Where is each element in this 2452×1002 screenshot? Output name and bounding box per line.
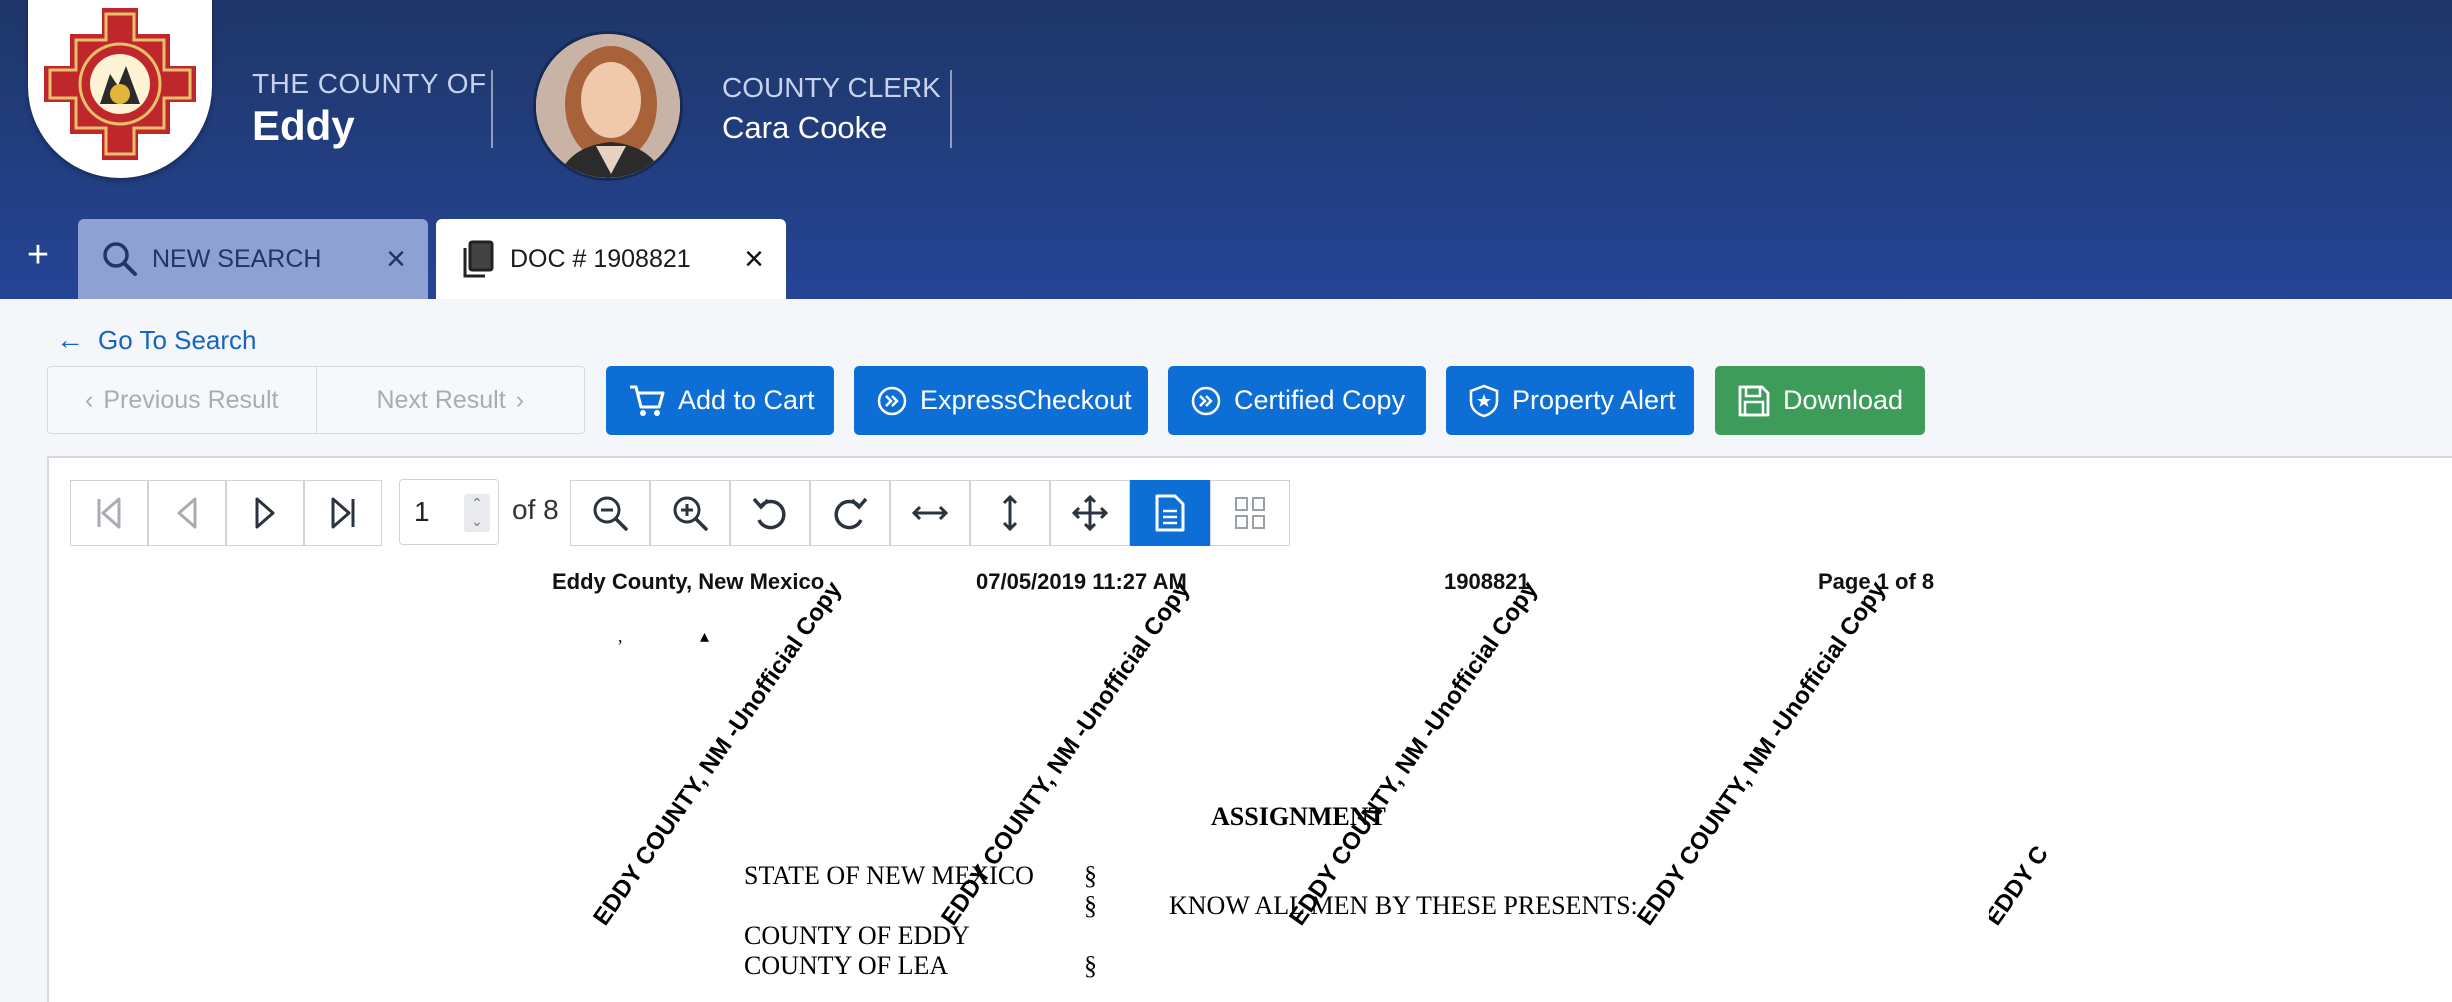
search-icon <box>100 239 140 279</box>
clerk-name: Cara Cooke <box>722 110 888 145</box>
pan-icon <box>1071 494 1109 532</box>
rotate-left-button[interactable] <box>730 480 810 546</box>
unofficial-watermark: EDDY COUNTY, NM -Unofficial Copy <box>1632 576 1892 931</box>
doc-section-mark: § <box>1084 891 1097 920</box>
app-header: THE COUNTY OF Eddy COUNTY CLERK Cara Coo… <box>0 0 2452 299</box>
close-icon[interactable]: × <box>744 239 764 279</box>
page-total: of 8 <box>512 494 559 525</box>
watermark-clip: EDDY C <box>1989 838 2089 958</box>
prev-page-icon <box>177 497 197 529</box>
fit-width-icon <box>911 505 949 521</box>
doc-county-lea: COUNTY OF LEA <box>744 951 949 980</box>
doc-county-eddy: COUNTY OF EDDY <box>744 921 970 950</box>
first-page-icon <box>97 497 121 529</box>
doc-section-mark: § <box>1084 951 1097 980</box>
result-pager: ‹ Previous Result Next Result › <box>47 366 585 434</box>
fast-forward-circle-icon <box>1191 386 1221 415</box>
county-name: Eddy <box>252 102 355 149</box>
go-to-search-link[interactable]: ← Go To Search <box>56 324 257 356</box>
previous-result-label: Previous Result <box>103 385 279 414</box>
fast-forward-circle-icon <box>877 386 907 415</box>
next-page-button[interactable] <box>226 480 304 546</box>
chevron-right-icon: › <box>515 385 525 414</box>
tab-label: DOC # 1908821 <box>510 244 691 273</box>
shield-star-icon <box>1469 384 1499 417</box>
doc-know-all: KNOW ALL MEN BY THESE PRESENTS: <box>1169 891 1638 920</box>
zoom-out-button[interactable] <box>570 480 650 546</box>
zoom-in-icon <box>673 496 708 531</box>
add-to-cart-button[interactable]: Add to Cart <box>606 366 834 435</box>
county-seal-logo[interactable] <box>28 0 212 178</box>
download-button[interactable]: Download <box>1715 366 1925 435</box>
property-alert-label: Property Alert <box>1512 385 1676 415</box>
thumbnails-button[interactable] <box>1210 480 1290 546</box>
next-result-label: Next Result <box>376 385 506 414</box>
page-number-value: 1 <box>414 496 430 527</box>
page-number-input[interactable]: 1 ⌃ ⌄ <box>399 479 499 545</box>
property-alert-button[interactable]: Property Alert <box>1446 366 1694 435</box>
go-to-search-label: Go To Search <box>98 324 257 355</box>
unofficial-watermark: EDDY COUNTY, NM -Unofficial Copy <box>936 576 1196 931</box>
download-label: Download <box>1783 385 1904 415</box>
clerk-avatar <box>533 31 683 181</box>
page-spinner[interactable]: ⌃ ⌄ <box>464 494 490 532</box>
next-page-icon <box>255 497 275 529</box>
header-divider <box>950 70 952 148</box>
single-page-button[interactable] <box>1130 480 1210 546</box>
doc-header-county: Eddy County, New Mexico <box>552 569 825 594</box>
single-page-icon <box>1155 494 1185 532</box>
unofficial-watermark: EDDY COUNTY, NM -Unofficial Copy <box>1284 576 1544 931</box>
doc-header-datetime: 07/05/2019 11:27 AM <box>976 569 1187 594</box>
pan-button[interactable] <box>1050 480 1130 546</box>
county-seal-icon <box>44 8 196 160</box>
rotate-left-icon <box>752 497 786 530</box>
save-disk-icon <box>1738 385 1770 416</box>
tab-label: NEW SEARCH <box>152 244 322 273</box>
scan-mark: , <box>618 626 623 646</box>
clerk-title: COUNTY CLERK <box>722 72 941 103</box>
doc-section-mark: § <box>1084 861 1097 890</box>
add-to-cart-label: Add to Cart <box>678 385 815 415</box>
prev-page-button[interactable] <box>148 480 226 546</box>
certified-copy-label: Certified Copy <box>1234 385 1406 415</box>
tab-new-search[interactable]: NEW SEARCH × <box>78 219 428 299</box>
county-prefix: THE COUNTY OF <box>252 68 487 99</box>
document-viewer[interactable]: 1 ⌃ ⌄ of 8 Eddy County, New Mexico 07/05/… <box>47 456 2452 1002</box>
first-page-button[interactable] <box>70 480 148 546</box>
header-divider <box>491 70 493 148</box>
close-icon[interactable]: × <box>386 239 406 279</box>
unofficial-watermark: EDDY C <box>1989 841 2054 931</box>
new-tab-button[interactable]: + <box>20 236 56 274</box>
rotate-right-icon <box>834 497 868 530</box>
cart-icon <box>630 385 665 416</box>
tab-document[interactable]: DOC # 1908821 × <box>436 219 786 299</box>
zoom-out-icon <box>593 496 628 531</box>
chevron-left-icon: ‹ <box>85 385 94 414</box>
rotate-right-button[interactable] <box>810 480 890 546</box>
fit-height-button[interactable] <box>970 480 1050 546</box>
express-checkout-label: ExpressCheckout <box>920 385 1132 415</box>
previous-result-button[interactable]: ‹ Previous Result <box>48 367 316 433</box>
zoom-in-button[interactable] <box>650 480 730 546</box>
documents-icon <box>458 239 498 279</box>
certified-copy-button[interactable]: Certified Copy <box>1168 366 1426 435</box>
thumbnails-icon <box>1235 497 1265 529</box>
express-checkout-button[interactable]: ExpressCheckout <box>854 366 1148 435</box>
fit-width-button[interactable] <box>890 480 970 546</box>
last-page-button[interactable] <box>304 480 382 546</box>
arrow-left-icon: ← <box>56 324 84 355</box>
fit-height-icon <box>1002 494 1018 532</box>
scan-mark: ▴ <box>700 626 710 646</box>
next-result-button[interactable]: Next Result › <box>315 367 585 433</box>
last-page-icon <box>331 497 355 529</box>
